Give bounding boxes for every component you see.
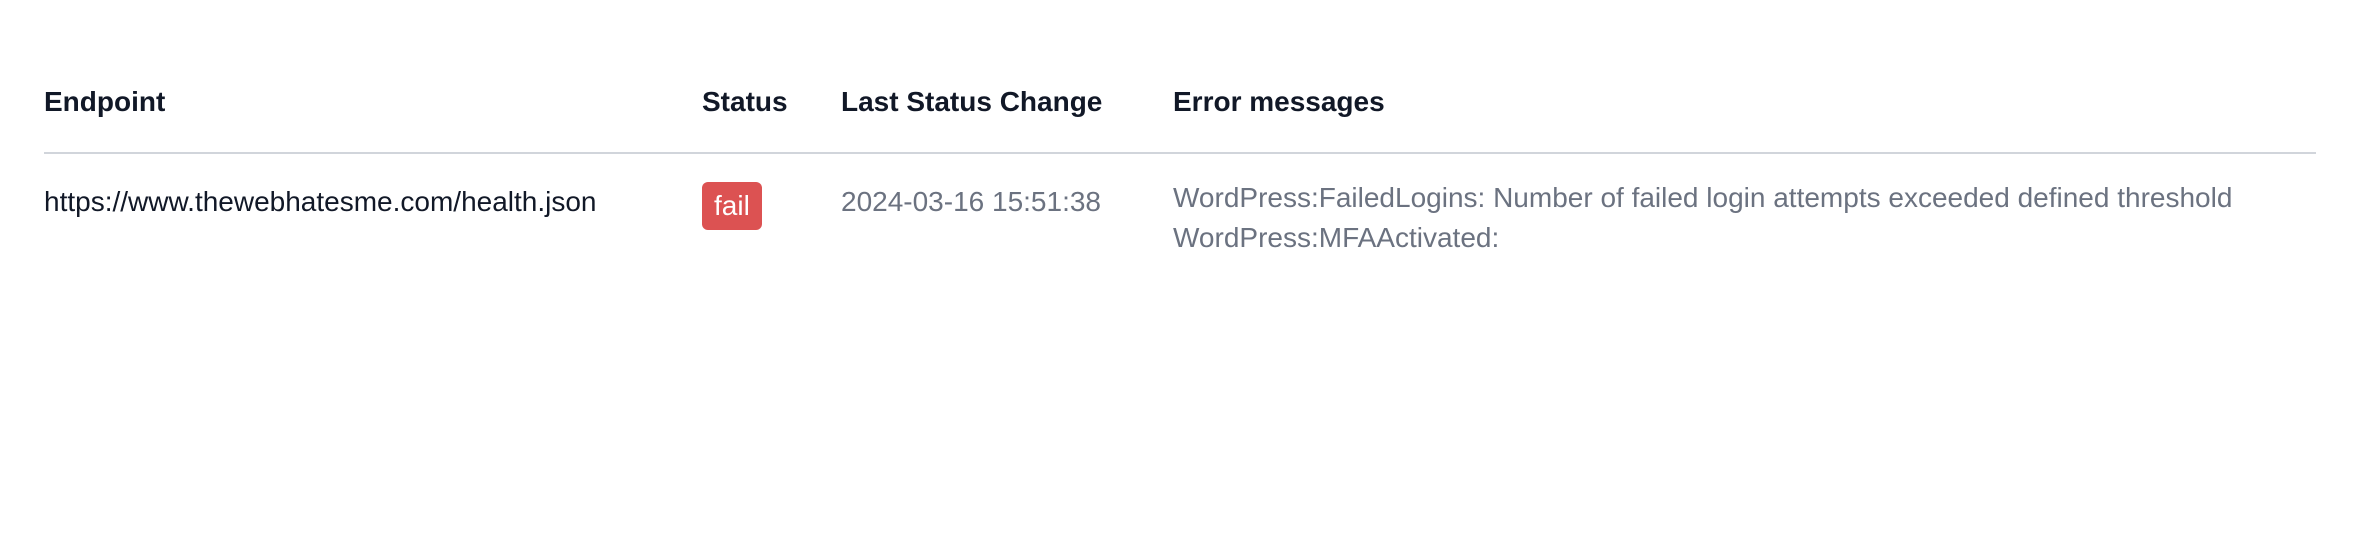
column-header-error-messages: Error messages — [1173, 86, 1385, 117]
error-message: WordPress:FailedLogins: Number of failed… — [1173, 182, 2233, 213]
health-status-table: Endpoint Status Last Status Change Error… — [44, 78, 2316, 294]
column-header-endpoint: Endpoint — [44, 86, 166, 117]
error-message: WordPress:MFAActivated: — [1173, 222, 1500, 253]
column-header-last-status-change: Last Status Change — [841, 86, 1103, 117]
column-header-status: Status — [702, 86, 788, 117]
last-status-change-timestamp: 2024-03-16 15:51:38 — [841, 186, 1101, 217]
status-badge: fail — [702, 182, 762, 230]
table-header-row: Endpoint Status Last Status Change Error… — [44, 78, 2316, 154]
error-messages: WordPress:FailedLogins: Number of failed… — [1173, 178, 2232, 258]
endpoint-url[interactable]: https://www.thewebhatesme.com/health.jso… — [44, 186, 597, 218]
table-row: https://www.thewebhatesme.com/health.jso… — [44, 154, 2316, 294]
